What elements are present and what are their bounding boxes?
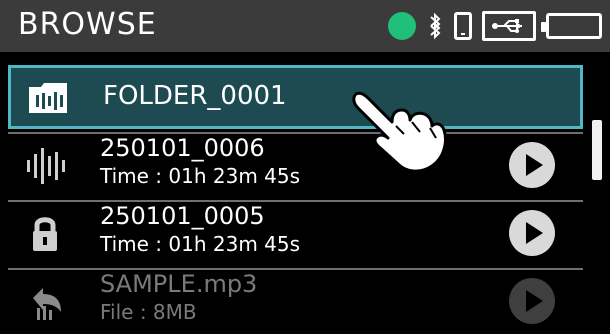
play-button[interactable]: [509, 278, 555, 324]
screen-title: BROWSE: [18, 7, 157, 42]
item-time: Time : 01h 23m 45s: [100, 232, 301, 256]
list-item[interactable]: FOLDER_0001: [8, 65, 583, 129]
item-name: 250101_0005: [100, 202, 265, 230]
list-item[interactable]: SAMPLE.mp3 File : 8MB: [8, 270, 583, 334]
waveform-icon: [22, 143, 68, 189]
header-bar: BROWSE: [0, 0, 610, 52]
phone-icon: [454, 12, 472, 40]
item-size: File : 8MB: [100, 300, 197, 324]
play-button[interactable]: [509, 142, 555, 188]
return-icon: [22, 279, 68, 325]
usb-icon: [482, 11, 536, 41]
bluetooth-icon: [430, 12, 441, 40]
play-button[interactable]: [509, 210, 555, 256]
status-indicator-icon: [388, 12, 416, 40]
item-name: 250101_0006: [100, 134, 265, 162]
browse-screen: BROWSE FOLDER_0001 250101_0006 Time: 01…: [0, 0, 610, 325]
list-item[interactable]: 250101_0006 Time : 01h 23m 45s: [8, 134, 583, 198]
item-name: SAMPLE.mp3: [100, 270, 258, 298]
list-item[interactable]: 250101_0005 Time : 01h 23m 45s: [8, 202, 583, 266]
status-bar: [388, 9, 602, 43]
item-time: Time : 01h 23m 45s: [100, 164, 301, 188]
item-name: FOLDER_0001: [103, 81, 287, 111]
lock-icon: [22, 211, 68, 257]
battery-icon: [541, 13, 602, 39]
file-list: FOLDER_0001 250101_0006 Time : 01h 23m 4…: [0, 52, 610, 325]
folder-icon: [25, 74, 71, 120]
tap-hand-icon: [352, 91, 447, 172]
scrollbar[interactable]: [592, 120, 602, 180]
